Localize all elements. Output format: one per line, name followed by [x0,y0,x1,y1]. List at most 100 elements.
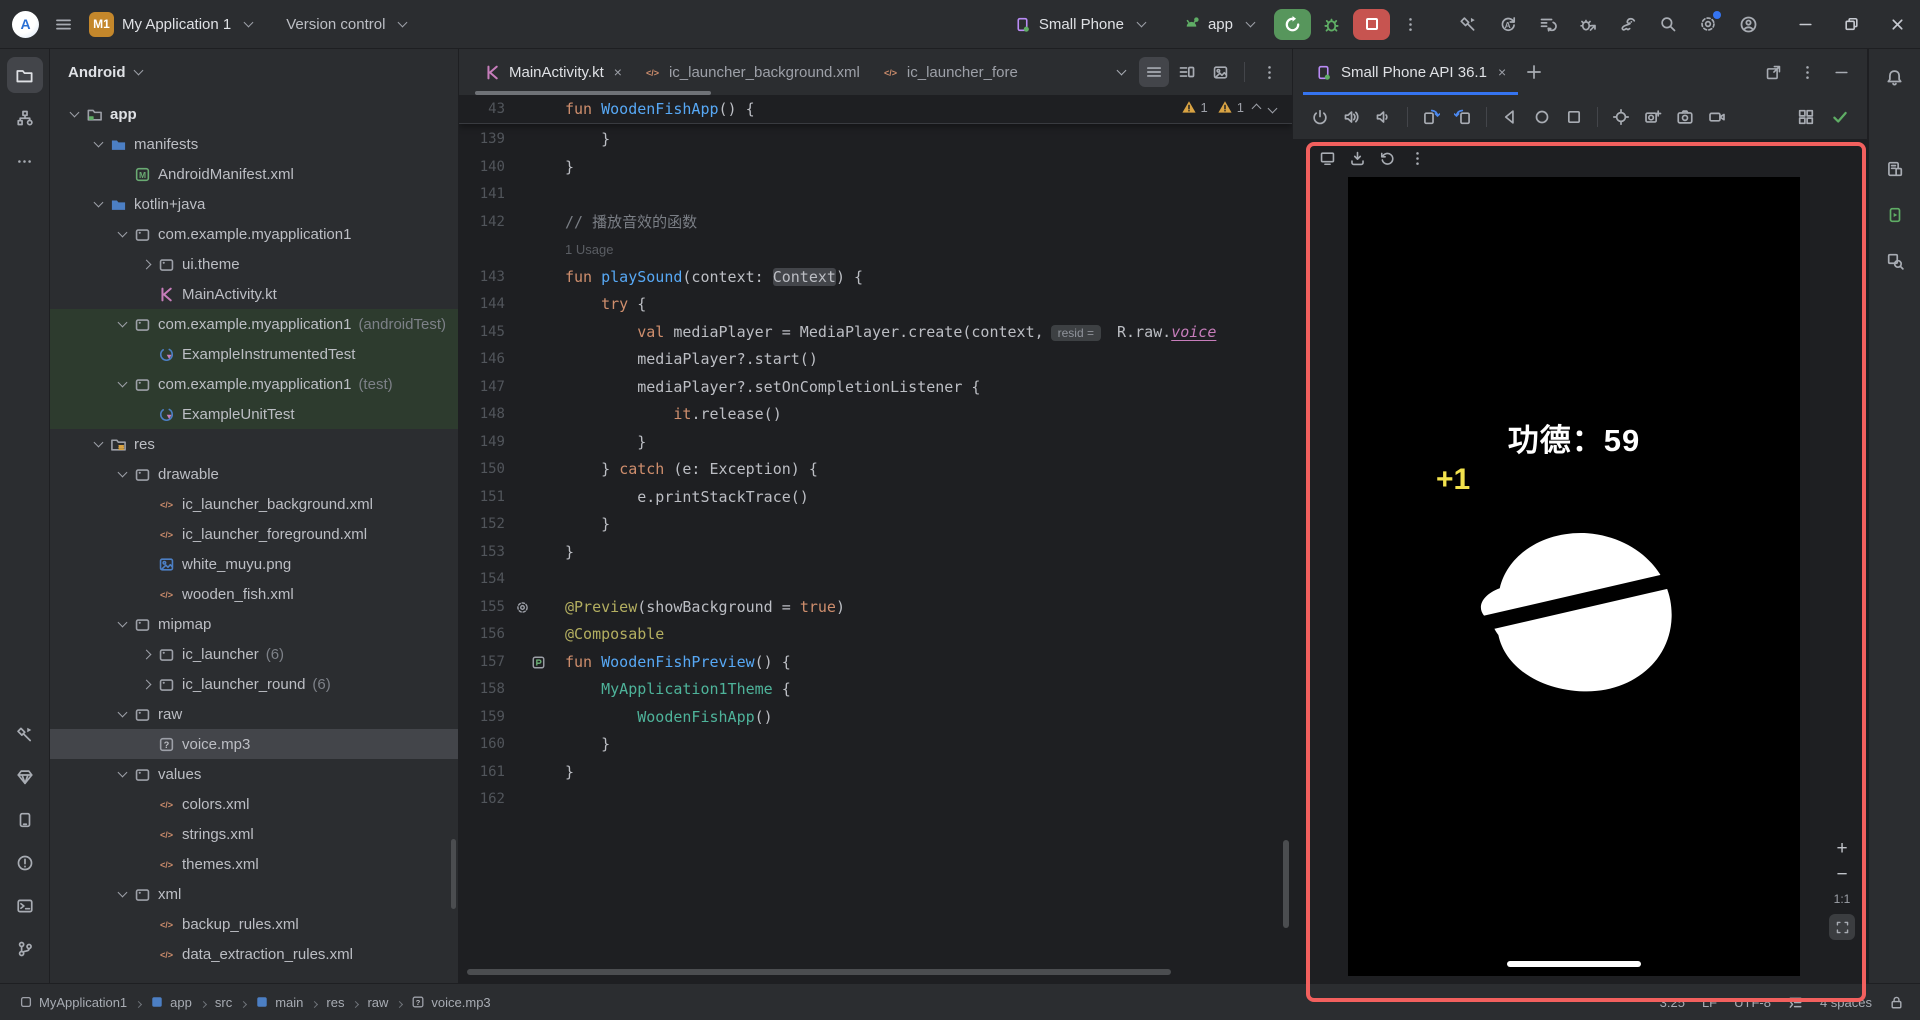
tree-item-values[interactable]: values [50,759,458,789]
device-dock-button[interactable] [1313,144,1341,172]
breadcrumb-item-res[interactable]: res [323,995,347,1010]
chevron-right-icon[interactable] [136,681,156,688]
profiler-button[interactable] [1532,8,1564,40]
zoom-out-button[interactable]: − [1836,866,1847,884]
tree-item-res[interactable]: res [50,429,458,459]
device-volume-down-button[interactable] [1369,102,1399,132]
tree-item-mipmap[interactable]: mipmap [50,609,458,639]
chevron-down-icon[interactable] [112,772,132,776]
chevron-down-icon[interactable] [112,892,132,896]
editor-tab-ic-launcher-fore[interactable]: </>ic_launcher_fore [871,49,1029,95]
editor-tab-ic-launcher-background-xml[interactable]: </>ic_launcher_background.xml [633,49,871,95]
code-line-153[interactable]: 153} [459,539,1292,567]
device-inspect-button[interactable] [1791,102,1821,132]
chevron-down-icon[interactable] [112,382,132,386]
account-button[interactable] [1732,8,1764,40]
caret-position-widget[interactable]: 3:25 [1660,995,1685,1010]
code-line-162[interactable]: 162 [459,786,1292,814]
compose-preview-gutter-icon[interactable] [531,655,546,670]
code-line-160[interactable]: 160 } [459,731,1292,759]
chevron-down-icon[interactable] [112,232,132,236]
breadcrumb-item-myapplication1[interactable]: MyApplication1 [16,995,130,1010]
breadcrumb-item-raw[interactable]: raw [364,995,391,1010]
device-more-button[interactable] [1403,144,1431,172]
tool-strip-dependencies-button[interactable] [7,759,43,795]
build-button[interactable] [1452,8,1484,40]
code-line-159[interactable]: 159 WoodenFishApp() [459,704,1292,732]
emulator-screen[interactable]: 功德：59 +1 [1348,177,1800,976]
tool-strip-terminal-button[interactable] [7,888,43,924]
device-volume-up-button[interactable] [1337,102,1367,132]
line-separator-widget[interactable]: LF [1702,995,1717,1010]
code-line-151[interactable]: 151 e.printStackTrace() [459,484,1292,512]
code-line-142[interactable]: 142// 播放音效的函数 [459,209,1292,237]
tool-strip-version-control-button[interactable] [7,931,43,967]
gradle-sync-button[interactable] [1612,8,1644,40]
panel-more-button[interactable] [1791,56,1823,88]
zoom-fit-button[interactable] [1829,914,1855,940]
notifications-button[interactable] [1877,59,1913,95]
breadcrumb-item-voice-mp3[interactable]: ?voice.mp3 [408,995,493,1010]
settings-button[interactable] [1692,8,1724,40]
zoom-reset-button[interactable]: 1:1 [1834,892,1851,906]
device-download-button[interactable] [1343,144,1371,172]
inspections-widget[interactable]: 11 [1181,99,1276,115]
gutter-settings-gear-icon[interactable] [515,600,530,615]
code-line-154[interactable]: 154 [459,566,1292,594]
tree-item-voice-mp3[interactable]: ?voice.mp3 [50,729,458,759]
editor-vertical-scrollbar[interactable] [1283,840,1289,928]
tree-item-colors-xml[interactable]: </>colors.xml [50,789,458,819]
run-configuration[interactable]: app [1173,12,1264,37]
tool-strip-device-manager-button[interactable] [7,802,43,838]
tree-item-raw[interactable]: raw [50,699,458,729]
chevron-right-icon[interactable] [136,651,156,658]
code-line-145[interactable]: 145 val mediaPlayer = MediaPlayer.create… [459,319,1292,347]
close-icon[interactable]: × [1498,64,1506,80]
code-line-161[interactable]: 161} [459,759,1292,787]
chevron-down-icon[interactable] [112,622,132,626]
editor-tab-mainactivity-kt[interactable]: MainActivity.kt× [473,49,633,95]
breadcrumb-item-main[interactable]: main [252,995,306,1010]
device-selector[interactable]: Small Phone [1004,12,1155,37]
zoom-in-button[interactable]: + [1836,840,1847,858]
code-line-157[interactable]: 157fun WoodenFishPreview() { [459,649,1292,677]
sync-project-button[interactable]: A [1492,8,1524,40]
breadcrumb-item-app[interactable]: app [147,995,195,1010]
tree-item-exampleunittest[interactable]: ExampleUnitTest [50,399,458,429]
tree-item-backup-rules-xml[interactable]: </>backup_rules.xml [50,909,458,939]
editor-horizontal-scrollbar[interactable] [467,969,1171,975]
chevron-down-icon[interactable] [64,112,84,116]
tool-strip-layout-inspector-button[interactable] [1877,243,1913,279]
device-status-check-button[interactable] [1825,102,1855,132]
device-power-button[interactable] [1305,102,1335,132]
code-line-158[interactable]: 158 MyApplication1Theme { [459,676,1292,704]
tree-item-com-example-myapplication1[interactable]: com.example.myapplication1 [50,219,458,249]
search-everywhere-button[interactable] [1652,8,1684,40]
close-window-button[interactable] [1874,0,1920,49]
panel-hide-button[interactable] [1825,56,1857,88]
project-widget[interactable]: M1 My Application 1 [79,8,262,41]
device-tab[interactable]: Small Phone API 36.1 × [1303,49,1518,95]
code-line-139[interactable]: 139 } [459,126,1292,154]
main-menu-button[interactable] [47,8,79,40]
tree-item-exampleinstrumentedtest[interactable]: ExampleInstrumentedTest [50,339,458,369]
tool-strip-running-devices-button[interactable] [1877,197,1913,233]
tree-item-mainactivity-kt[interactable]: MainActivity.kt [50,279,458,309]
device-reset-button[interactable] [1373,144,1401,172]
chevron-down-icon[interactable] [112,712,132,716]
code-line-152[interactable]: 152 } [459,511,1292,539]
device-overview-button[interactable] [1559,102,1589,132]
tree-item-data-extraction-rules-xml[interactable]: </>data_extraction_rules.xml [50,939,458,969]
indent-widget[interactable]: 4 spaces [1820,995,1872,1010]
code-view-button[interactable] [1139,57,1169,87]
tool-strip-structure-button[interactable] [7,100,43,136]
tree-item-ui-theme[interactable]: ui.theme [50,249,458,279]
tree-item-ic-launcher-round-6[interactable]: ic_launcher_round(6) [50,669,458,699]
tree-item-com-example-myapplication1-androidtest[interactable]: com.example.myapplication1(androidTest) [50,309,458,339]
design-view-button[interactable] [1205,57,1235,87]
chevron-down-icon[interactable] [112,322,132,326]
device-screenshot-button[interactable] [1670,102,1700,132]
project-view-selector[interactable]: Android [50,49,458,95]
attach-debugger-button[interactable] [1572,8,1604,40]
readonly-lock-icon[interactable] [1889,995,1904,1010]
